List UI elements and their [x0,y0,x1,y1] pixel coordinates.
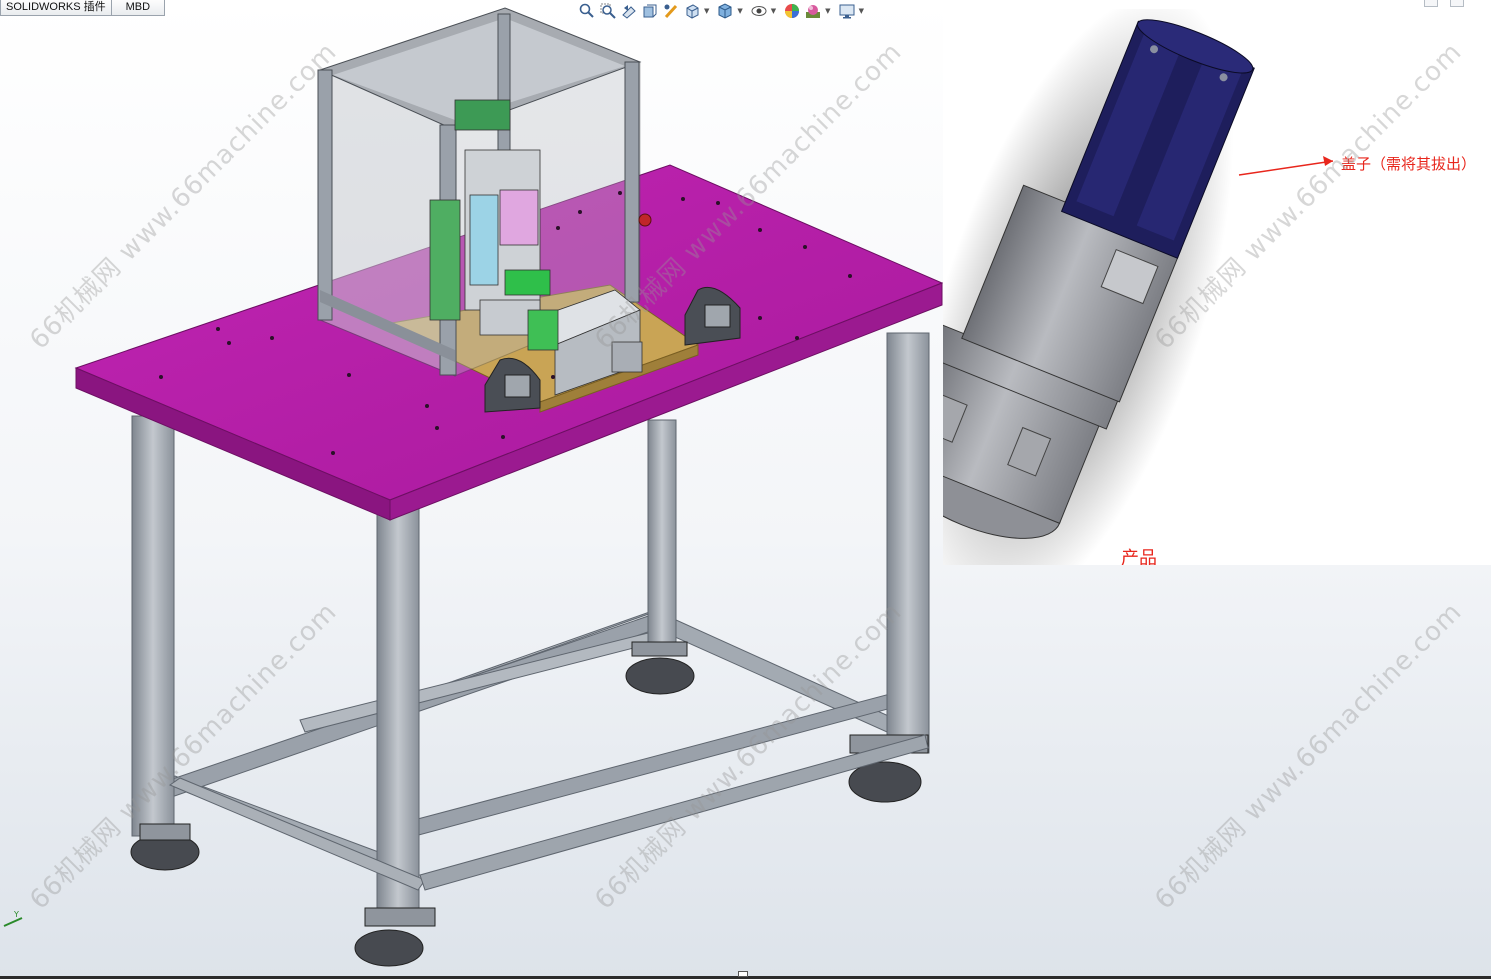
frame-lower-rails [154,602,916,869]
cap-callout-label: 盖子（需将其拔出） [1341,155,1477,173]
svg-text:Y: Y [13,910,19,919]
product-render [943,9,1334,565]
section-view-icon[interactable] [641,2,659,20]
edit-appearance-icon[interactable] [783,2,801,20]
chevron-down-icon[interactable]: ▼ [825,7,830,15]
command-manager-tabs: SOLIDWORKS 插件 MBD [0,0,166,16]
scroll-handle[interactable] [738,971,748,977]
zoom-to-fit-icon[interactable] [578,2,596,20]
heads-up-view-toolbar: ▼ ▼ ▼ ▼ ▼ [578,0,868,22]
display-style-icon[interactable] [716,2,734,20]
restore-icon[interactable] [1450,0,1464,7]
callout-arrow-icon [1323,156,1333,166]
view-settings-icon[interactable] [838,2,856,20]
apply-scene-icon[interactable] [804,2,822,20]
view-orientation-icon[interactable] [683,2,701,20]
tab-solidworks-addins[interactable]: SOLIDWORKS 插件 [0,0,112,16]
hide-show-items-icon[interactable] [750,2,768,20]
previous-view-icon[interactable] [620,2,638,20]
chevron-down-icon[interactable]: ▼ [859,7,864,15]
callout-leader-line [1238,160,1334,176]
watermark: 66机械网 www.66machine.com [1149,596,1468,916]
tab-mbd[interactable]: MBD [111,0,166,16]
chevron-down-icon[interactable]: ▼ [704,7,709,15]
product-label: 产品 [1121,548,1157,565]
chevron-down-icon[interactable]: ▼ [771,7,776,15]
stop-button [638,213,652,227]
reference-triad-icon: Y [3,910,23,927]
zoom-area-icon[interactable] [599,2,617,20]
chevron-down-icon[interactable]: ▼ [737,7,742,15]
minimize-icon[interactable] [1424,0,1438,7]
product-detail-inset: 盖子（需将其拔出） 产品 [943,9,1491,565]
dynamic-annotation-icon[interactable] [662,2,680,20]
model-viewport[interactable] [0,0,945,979]
